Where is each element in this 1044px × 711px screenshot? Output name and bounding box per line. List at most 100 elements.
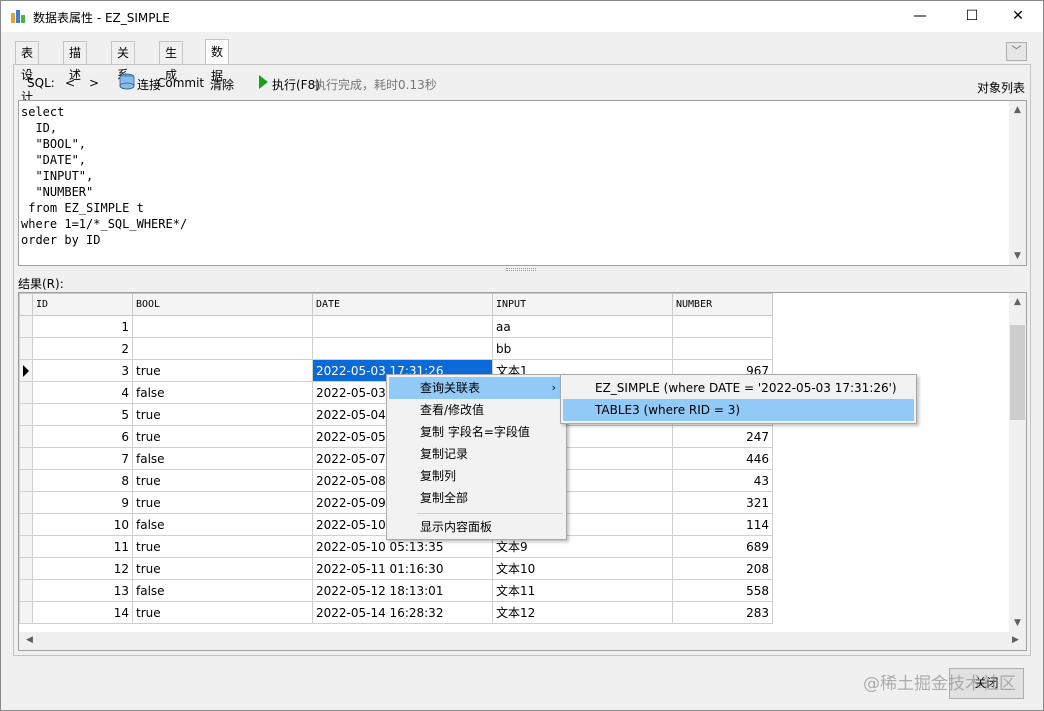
cell-bool[interactable]: true <box>132 469 313 492</box>
row-indicator[interactable] <box>19 425 33 448</box>
cell-date[interactable]: 2022-05-12 18:13:01 <box>312 579 493 602</box>
clear-button[interactable]: 清除 <box>210 76 234 93</box>
cell-input[interactable]: aa <box>492 315 673 338</box>
cell-bool[interactable]: false <box>132 579 313 602</box>
prev-sql-button[interactable]: < <box>65 76 75 90</box>
column-header-bool[interactable]: BOOL <box>132 293 313 316</box>
row-indicator[interactable] <box>19 315 33 338</box>
cell-id[interactable]: 12 <box>32 557 133 580</box>
column-header-number[interactable]: NUMBER <box>672 293 773 316</box>
submenu-item-ez-simple[interactable]: EZ_SIMPLE (where DATE = '2022-05-03 17:3… <box>563 377 914 399</box>
cell-id[interactable]: 6 <box>32 425 133 448</box>
cell-number[interactable]: 558 <box>672 579 773 602</box>
row-indicator[interactable] <box>19 381 33 404</box>
table-row[interactable]: 13 false 2022-05-12 18:13:01 文本11 558 <box>19 579 773 602</box>
cell-bool[interactable] <box>132 337 313 360</box>
cell-id[interactable]: 2 <box>32 337 133 360</box>
scroll-up-icon[interactable]: ▲ <box>1009 297 1026 307</box>
cell-number[interactable]: 321 <box>672 491 773 514</box>
splitter-handle[interactable] <box>506 268 536 271</box>
row-indicator[interactable] <box>19 557 33 580</box>
row-indicator[interactable] <box>19 601 33 624</box>
cell-number[interactable]: 446 <box>672 447 773 470</box>
close-window-button[interactable]: ✕ <box>995 1 1041 32</box>
cell-date[interactable] <box>312 315 493 338</box>
row-indicator[interactable] <box>19 447 33 470</box>
object-list-button[interactable]: 对象列表 <box>977 79 1025 96</box>
cell-number[interactable]: 689 <box>672 535 773 558</box>
maximize-button[interactable]: ☐ <box>949 1 995 32</box>
cell-date[interactable]: 2022-05-11 01:16:30 <box>312 557 493 580</box>
cell-input[interactable]: 文本10 <box>492 557 673 580</box>
cell-id[interactable]: 5 <box>32 403 133 426</box>
grid-vertical-scrollbar[interactable]: ▲ ▼ <box>1009 293 1026 632</box>
column-header-input[interactable]: INPUT <box>492 293 673 316</box>
cell-input[interactable]: 文本11 <box>492 579 673 602</box>
cell-bool[interactable]: true <box>132 403 313 426</box>
cell-number[interactable]: 283 <box>672 601 773 624</box>
cell-number[interactable]: 208 <box>672 557 773 580</box>
cell-input[interactable]: bb <box>492 337 673 360</box>
row-indicator[interactable] <box>19 469 33 492</box>
row-indicator[interactable] <box>19 535 33 558</box>
cell-id[interactable]: 11 <box>32 535 133 558</box>
connect-icon[interactable] <box>118 73 136 91</box>
sql-scrollbar[interactable]: ▲ ▼ <box>1009 101 1026 265</box>
cell-id[interactable]: 7 <box>32 447 133 470</box>
sql-text[interactable]: select ID, "BOOL", "DATE", "INPUT", "NUM… <box>21 104 187 248</box>
row-indicator[interactable] <box>19 579 33 602</box>
next-sql-button[interactable]: > <box>89 76 99 90</box>
cell-id[interactable]: 4 <box>32 381 133 404</box>
cell-bool[interactable]: true <box>132 491 313 514</box>
cell-bool[interactable]: true <box>132 557 313 580</box>
row-indicator[interactable] <box>19 491 33 514</box>
scroll-right-icon[interactable]: ▶ <box>1007 635 1024 645</box>
minimize-button[interactable]: — <box>897 1 943 32</box>
tab-description[interactable]: 描述 <box>63 41 88 82</box>
cell-number[interactable]: 247 <box>672 425 773 448</box>
table-row[interactable]: 12 true 2022-05-11 01:16:30 文本10 208 <box>19 557 773 580</box>
scroll-down-icon[interactable]: ▼ <box>1009 618 1026 628</box>
cell-id[interactable]: 3 <box>32 359 133 382</box>
table-row[interactable]: 2 bb <box>19 337 773 360</box>
cell-bool[interactable] <box>132 315 313 338</box>
cell-number[interactable]: 43 <box>672 469 773 492</box>
cell-id[interactable]: 1 <box>32 315 133 338</box>
menu-item-copy-field[interactable]: 复制 字段名=字段值 <box>389 421 564 443</box>
row-indicator[interactable] <box>19 513 33 536</box>
play-icon[interactable] <box>259 75 268 89</box>
scroll-up-icon[interactable]: ▲ <box>1009 105 1026 115</box>
menu-item-query-related[interactable]: 查询关联表 › <box>389 377 564 399</box>
cell-bool[interactable]: true <box>132 425 313 448</box>
sql-editor[interactable]: select ID, "BOOL", "DATE", "INPUT", "NUM… <box>18 100 1027 266</box>
cell-id[interactable]: 13 <box>32 579 133 602</box>
cell-bool[interactable]: true <box>132 601 313 624</box>
tab-menu-button[interactable]: ﹀ <box>1006 42 1027 61</box>
cell-date[interactable]: 2022-05-14 16:28:32 <box>312 601 493 624</box>
tab-data[interactable]: 数据 <box>205 39 230 83</box>
table-row[interactable]: 1 aa <box>19 315 773 338</box>
cell-id[interactable]: 14 <box>32 601 133 624</box>
scroll-left-icon[interactable]: ◀ <box>21 635 38 645</box>
grid-horizontal-scrollbar[interactable]: ◀ ▶ <box>19 632 1026 650</box>
menu-item-show-content-panel[interactable]: 显示内容面板 <box>389 516 564 538</box>
cell-number[interactable] <box>672 315 773 338</box>
cell-input[interactable]: 文本12 <box>492 601 673 624</box>
row-indicator[interactable] <box>19 359 33 382</box>
cell-bool[interactable]: false <box>132 447 313 470</box>
row-indicator[interactable] <box>19 337 33 360</box>
tab-generate[interactable]: 生成 <box>159 41 184 82</box>
cell-number[interactable] <box>672 337 773 360</box>
cell-bool[interactable]: false <box>132 513 313 536</box>
cell-bool[interactable]: false <box>132 381 313 404</box>
scroll-thumb[interactable] <box>1010 325 1025 420</box>
row-indicator[interactable] <box>19 403 33 426</box>
menu-item-view-edit[interactable]: 查看/修改值 <box>389 399 564 421</box>
execute-button[interactable]: 执行(F8) <box>272 76 320 93</box>
column-header-date[interactable]: DATE <box>312 293 493 316</box>
menu-item-copy-all[interactable]: 复制全部 <box>389 487 564 509</box>
cell-number[interactable]: 114 <box>672 513 773 536</box>
cell-id[interactable]: 9 <box>32 491 133 514</box>
menu-item-copy-column[interactable]: 复制列 <box>389 465 564 487</box>
cell-bool[interactable]: true <box>132 535 313 558</box>
